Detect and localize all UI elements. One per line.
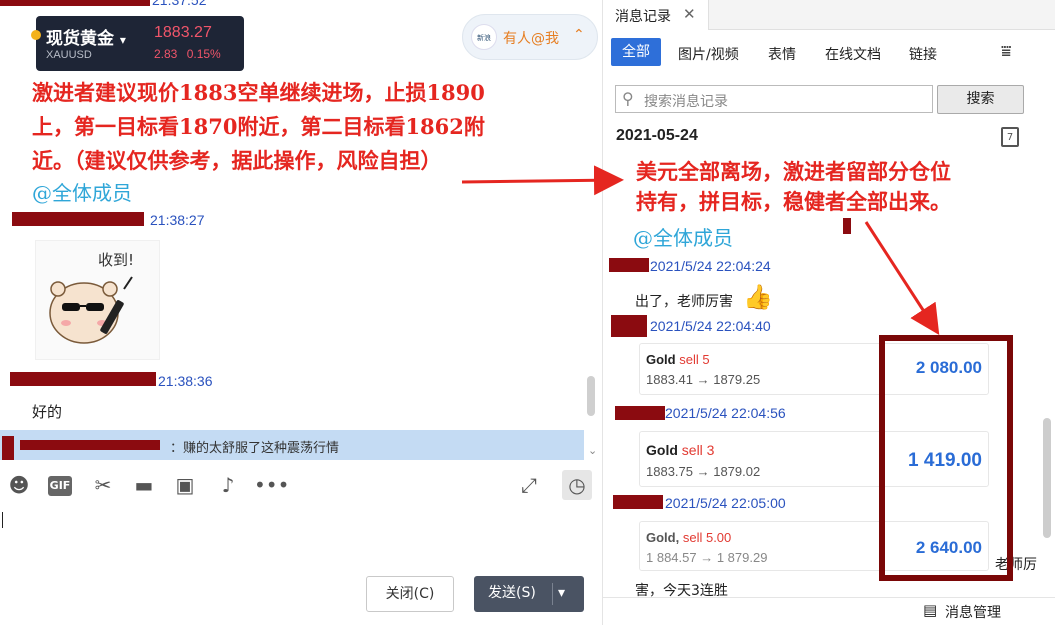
message-time: 2021/5/24 22:04:24 [650, 258, 771, 274]
redacted-mark [843, 218, 851, 234]
gold-ticker-card[interactable]: 现货黄金 ▾ XAUUSD 1883.27 2.83 0.15% [31, 16, 244, 71]
trade-range: 1 884.57 → 1 879.29 [646, 550, 768, 565]
double-chevron-up-icon: ⌃ [573, 27, 585, 43]
sticker-image: 收到! [35, 240, 160, 360]
history-tab-bar: 消息记录 ✕ [603, 0, 1055, 30]
close-button[interactable]: 关闭(C) [366, 576, 454, 612]
expand-icon[interactable]: ⤢ [516, 472, 542, 498]
message-text: 出了，老师厉害 [635, 294, 733, 310]
hamster-sticker-icon: 收到! [49, 251, 134, 344]
search-icon: ⚲ [622, 89, 634, 108]
message-history-panel: 消息记录 ✕ 全部 图片/视频 表情 在线文档 链接 ⩸ ⚲ 搜索消息记录 搜索… [602, 0, 1055, 625]
gold-dot-icon [31, 30, 41, 40]
chat-scrollbar[interactable] [587, 376, 595, 416]
redacted-sender [609, 258, 649, 272]
redacted-avatar [2, 436, 14, 460]
filter-funnel-icon[interactable]: ⩸ [1001, 42, 1011, 62]
quoted-reply-bar[interactable]: ：赚的太舒服了这种震荡行情 [0, 430, 584, 460]
trade-side: sell 5 [679, 352, 710, 367]
scissors-icon[interactable]: ✂ [90, 472, 116, 498]
filter-media[interactable]: 图片/视频 [678, 44, 739, 64]
history-search-input[interactable]: ⚲ 搜索消息记录 [615, 85, 933, 113]
image-icon[interactable]: ▣ [172, 472, 198, 498]
trade-asset: Gold [646, 442, 678, 458]
message-time: 2021/5/24 22:04:40 [650, 318, 771, 334]
ticker-symbol: XAUUSD [46, 49, 92, 61]
message-manage-icon[interactable]: ▤ [923, 601, 937, 619]
announce-line-2: 持有，拼目标，稳健者全部出来。 [636, 189, 951, 214]
send-button[interactable]: 发送(S) ▾ [474, 576, 584, 612]
advice-line-3: 近。（建议仅供参考，据此操作，风险自担） [32, 148, 442, 173]
advice-line-1: 激进者建议现价1883空单继续进场，止损1890 [32, 80, 485, 105]
ticker-price: 1883.27 [154, 24, 212, 41]
mention-me-label: 有人@我 [503, 31, 559, 47]
redacted-sender [0, 0, 150, 6]
filter-all[interactable]: 全部 [611, 38, 661, 66]
tab-message-history[interactable]: 消息记录 ✕ [603, 0, 709, 30]
tab-label: 消息记录 [615, 9, 671, 25]
history-footer: ▤ 消息管理 [603, 597, 1055, 625]
announce-line-1: 美元全部离场，激进者留部分仓位 [636, 159, 951, 184]
history-scrollbar[interactable] [1043, 418, 1051, 538]
filter-emoji[interactable]: 表情 [768, 44, 796, 64]
highlight-box [879, 335, 1013, 581]
bell-icon[interactable]: ♪ [215, 472, 241, 498]
emoji-icon[interactable]: ☻ [6, 472, 32, 498]
redacted-sender [10, 372, 156, 386]
collapse-chevron-icon[interactable]: ⌄ [588, 444, 597, 457]
message-text: 好的 [32, 403, 63, 421]
sticker-caption: 收到! [98, 251, 134, 269]
advice-line-2: 上，第一目标看1870附近，第二目标看1862附 [32, 114, 485, 139]
redacted-sender [611, 315, 647, 337]
chat-pane: 21:37:52 现货黄金 ▾ XAUUSD 1883.27 2.83 0.15… [0, 0, 602, 625]
redacted-sender [12, 212, 144, 226]
trade-side: sell 3 [681, 442, 715, 458]
redacted-sender [615, 406, 665, 420]
search-button[interactable]: 搜索 [937, 85, 1024, 114]
send-options-chevron-icon[interactable]: ▾ [558, 576, 565, 610]
calendar-icon[interactable]: 7 [1001, 127, 1019, 147]
text-cursor[interactable] [2, 512, 3, 528]
mention-all[interactable]: @全体成员 [633, 222, 733, 251]
redacted-sender [613, 495, 663, 509]
avatar: 新浪 [471, 24, 497, 50]
ticker-name: 现货黄金 [46, 29, 114, 49]
trade-range: 1883.75 → 1879.02 [646, 464, 761, 479]
filter-docs[interactable]: 在线文档 [825, 44, 881, 64]
trade-asset: Gold [646, 352, 676, 367]
more-icon[interactable]: ••• [254, 472, 289, 498]
send-label: 发送(S) [488, 585, 536, 601]
thumbs-up-icon: 👍 [743, 283, 773, 311]
folder-icon[interactable]: ▬ [131, 472, 157, 498]
message-time: 21:37:52 [152, 0, 207, 8]
mention-all[interactable]: @全体成员 [32, 177, 132, 206]
ticker-change-pct: 0.15% [186, 47, 221, 61]
composer-toolbar: ☻ GIF ✂ ▬ ▣ ♪ ••• ⤢ ◷ [0, 470, 602, 504]
trade-range: 1883.41 → 1879.25 [646, 372, 761, 387]
message-time: 2021/5/24 22:04:56 [665, 405, 786, 421]
history-date: 2021-05-24 [616, 127, 698, 144]
ticker-change: 2.83 [154, 47, 178, 61]
quoted-reply-text: ：赚的太舒服了这种震荡行情 [170, 441, 340, 456]
gif-icon[interactable]: GIF [48, 476, 72, 496]
close-icon[interactable]: ✕ [683, 5, 696, 23]
search-placeholder: 搜索消息记录 [644, 94, 728, 110]
message-time: 21:38:27 [150, 212, 205, 228]
message-time: 21:38:36 [158, 373, 213, 389]
ticker-dropdown-icon: ▾ [119, 33, 126, 47]
message-time: 2021/5/24 22:05:00 [665, 495, 786, 511]
filter-links[interactable]: 链接 [909, 44, 937, 64]
message-manage-link[interactable]: 消息管理 [945, 602, 1001, 622]
mention-me-chip[interactable]: 新浪 有人@我 ⌃ [462, 14, 598, 60]
redacted-sender [20, 440, 160, 450]
trade-side: sell 5.00 [682, 530, 732, 545]
trade-asset: Gold, [646, 530, 680, 545]
history-clock-icon[interactable]: ◷ [562, 470, 592, 500]
